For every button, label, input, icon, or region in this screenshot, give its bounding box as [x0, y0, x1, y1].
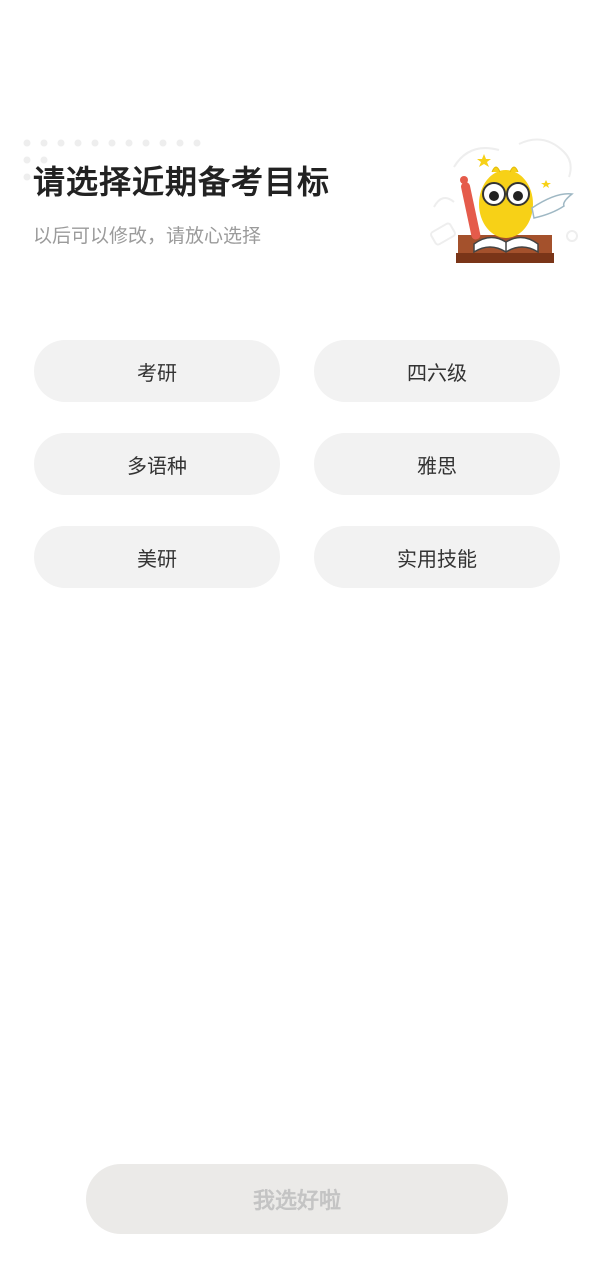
- page-title: 请选择近期备考目标: [33, 163, 331, 201]
- option-kaoyan[interactable]: 考研: [34, 340, 280, 402]
- option-practical-skills[interactable]: 实用技能: [314, 526, 560, 588]
- yellow-monster-reading-book-icon: [430, 138, 578, 263]
- page-subtitle: 以后可以修改，请放心选择: [33, 225, 262, 247]
- confirm-button[interactable]: 我选好啦: [86, 1164, 508, 1234]
- option-multilingual[interactable]: 多语种: [34, 433, 280, 495]
- option-ielts[interactable]: 雅思: [314, 433, 560, 495]
- exam-target-options: 考研 四六级 多语种 雅思 美研 实用技能: [34, 340, 560, 588]
- option-cet[interactable]: 四六级: [314, 340, 560, 402]
- option-us-grad[interactable]: 美研: [34, 526, 280, 588]
